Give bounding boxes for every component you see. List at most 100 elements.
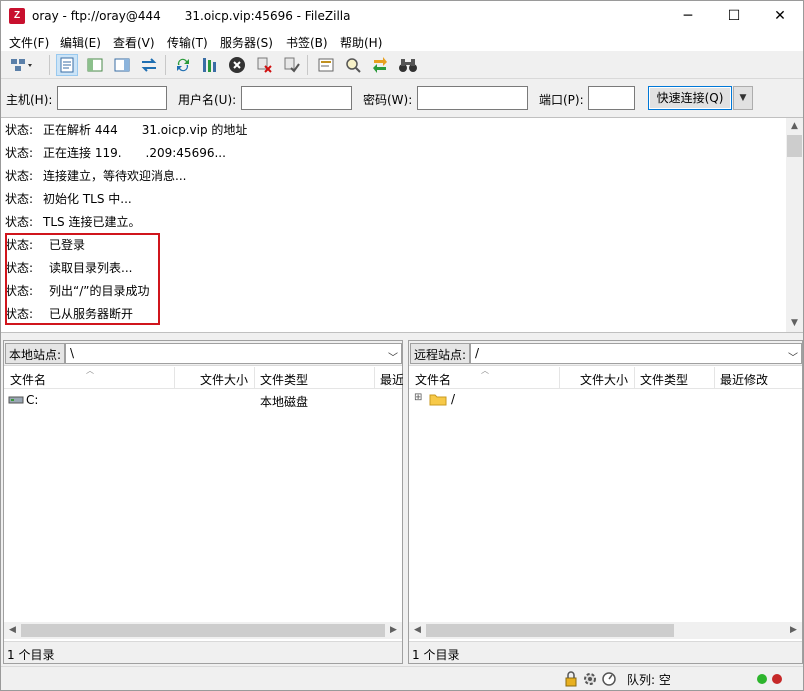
- password-input[interactable]: [417, 86, 528, 110]
- scroll-right-icon[interactable]: ▶: [385, 622, 402, 639]
- column-filesize[interactable]: 文件大小: [200, 371, 248, 388]
- port-input[interactable]: [588, 86, 635, 110]
- drive-icon: [8, 393, 24, 408]
- site-manager-icon: [11, 59, 32, 71]
- directory-filter-icon: [318, 58, 334, 72]
- scroll-left-icon[interactable]: ◀: [409, 622, 426, 639]
- send-led-icon: [772, 674, 782, 684]
- menu-server[interactable]: 服务器(S): [220, 34, 273, 51]
- remote-column-header: 文件名 ︿ 文件大小 文件类型 最近修改: [409, 366, 802, 389]
- column-filename[interactable]: 文件名: [415, 371, 451, 388]
- chevron-down-icon[interactable]: ﹀: [388, 349, 398, 364]
- username-label: 用户名(U):: [178, 93, 237, 107]
- disconnect-button[interactable]: [253, 54, 275, 76]
- file-row[interactable]: C: 本地磁盘: [4, 390, 402, 410]
- local-status: 1 个目录: [4, 641, 402, 663]
- quickconnect-bar: 主机(H): 用户名(U): 密码(W): 端口(P): 快速连接(Q) ▼: [1, 81, 803, 115]
- local-column-header: 文件名 ︿ 文件大小 文件类型 最近: [4, 366, 404, 389]
- remote-directory-count: 1 个目录: [412, 648, 460, 662]
- sync-browsing-button[interactable]: [369, 54, 391, 76]
- minimize-button[interactable]: ─: [665, 1, 711, 32]
- scroll-up-icon[interactable]: ▲: [786, 118, 803, 135]
- toggle-local-tree-button[interactable]: [84, 54, 106, 76]
- expand-icon[interactable]: ⊞: [414, 392, 422, 403]
- username-input[interactable]: [241, 86, 352, 110]
- menu-help[interactable]: 帮助(H): [340, 34, 382, 51]
- binoculars-icon: [399, 59, 417, 72]
- close-button[interactable]: ✕: [757, 1, 803, 32]
- reconnect-button[interactable]: [280, 54, 302, 76]
- scroll-thumb[interactable]: [21, 624, 385, 637]
- log-line: 状态: 正在解析 444 31.oicp.vip 的地址: [5, 123, 248, 137]
- log-line: 状态: 连接建立，等待欢迎消息...: [5, 169, 187, 183]
- log-scrollbar[interactable]: ▲ ▼: [786, 118, 803, 332]
- menu-file[interactable]: 文件(F): [9, 34, 49, 51]
- search-button[interactable]: [397, 54, 419, 76]
- remote-site-label: 远程站点:: [410, 343, 471, 364]
- process-queue-icon: [203, 58, 216, 72]
- toggle-queue-button[interactable]: [138, 54, 160, 76]
- menu-edit[interactable]: 编辑(E): [60, 34, 101, 51]
- local-path-input[interactable]: \: [65, 343, 402, 364]
- password-label: 密码(W):: [363, 93, 413, 107]
- folder-name: /: [451, 392, 456, 406]
- column-filetype[interactable]: 文件类型: [260, 371, 308, 388]
- remote-tree-icon: [114, 58, 130, 72]
- log-line: 状态: 正在连接 119. .209:45696...: [5, 146, 226, 160]
- column-filesize[interactable]: 文件大小: [580, 371, 628, 388]
- toggle-log-button[interactable]: [56, 54, 78, 76]
- title-bar: Z oray - ftp://oray@444 31.oicp.vip:4569…: [1, 1, 803, 32]
- refresh-icon: [177, 58, 189, 72]
- highlight-annotation: [5, 233, 160, 325]
- remote-site-bar: 远程站点: / ﹀: [409, 341, 802, 366]
- log-line: 状态: TLS 连接已建立。: [5, 215, 141, 229]
- scroll-thumb[interactable]: [426, 624, 674, 637]
- scroll-thumb[interactable]: [787, 135, 802, 157]
- scroll-down-icon[interactable]: ▼: [786, 315, 803, 332]
- host-input[interactable]: [57, 86, 167, 110]
- toolbar: [1, 51, 803, 79]
- column-filename[interactable]: 文件名: [10, 371, 46, 388]
- chevron-down-icon[interactable]: ﹀: [788, 349, 798, 364]
- menu-transfer[interactable]: 传输(T): [167, 34, 208, 51]
- receive-led-icon: [757, 674, 767, 684]
- quickconnect-button[interactable]: 快速连接(Q): [648, 86, 732, 110]
- site-manager-button[interactable]: [6, 54, 36, 76]
- local-site-label: 本地站点:: [5, 343, 66, 364]
- scroll-left-icon[interactable]: ◀: [4, 622, 21, 639]
- local-site-bar: 本地站点: \ ﹀: [4, 341, 402, 366]
- filezilla-window: Z oray - ftp://oray@444 31.oicp.vip:4569…: [0, 0, 804, 691]
- tree-row[interactable]: ⊞ /: [409, 389, 802, 409]
- chevron-down-icon: ▼: [739, 93, 747, 103]
- column-modified[interactable]: 最近: [380, 371, 404, 388]
- menu-view[interactable]: 查看(V): [113, 34, 155, 51]
- local-tree-icon: [87, 58, 103, 72]
- menu-bookmarks[interactable]: 书签(B): [286, 34, 328, 51]
- log-line: 状态: 初始化 TLS 中...: [5, 192, 132, 206]
- remote-horizontal-scrollbar[interactable]: ◀ ▶: [409, 622, 802, 639]
- column-filetype[interactable]: 文件类型: [640, 371, 688, 388]
- sort-ascending-icon: ︿: [86, 366, 94, 375]
- lock-icon[interactable]: [563, 671, 579, 690]
- local-horizontal-scrollbar[interactable]: ◀ ▶: [4, 622, 402, 639]
- scroll-right-icon[interactable]: ▶: [785, 622, 802, 639]
- cancel-operation-button[interactable]: [226, 54, 248, 76]
- host-label: 主机(H):: [6, 93, 53, 107]
- disconnect-icon: [257, 57, 272, 73]
- process-queue-button[interactable]: [199, 54, 221, 76]
- toggle-remote-tree-button[interactable]: [111, 54, 133, 76]
- port-label: 端口(P):: [539, 93, 584, 107]
- speed-limit-icon[interactable]: [601, 671, 617, 690]
- refresh-button[interactable]: [172, 54, 194, 76]
- compare-button[interactable]: [342, 54, 364, 76]
- filezilla-app-icon: Z: [9, 8, 25, 24]
- gear-icon[interactable]: [582, 671, 598, 690]
- column-modified[interactable]: 最近修改: [720, 371, 768, 388]
- file-type: 本地磁盘: [260, 395, 309, 409]
- remote-pane: 远程站点: / ﹀ 文件名 ︿ 文件大小 文件类型 最近修改 ⊞ / ◀ ▶ 1…: [408, 340, 803, 664]
- remote-path-input[interactable]: /: [470, 343, 802, 364]
- maximize-button[interactable]: ☐: [711, 1, 757, 32]
- quickconnect-dropdown-button[interactable]: ▼: [733, 86, 753, 110]
- filter-button[interactable]: [315, 54, 337, 76]
- status-bar: 队列: 空: [1, 666, 803, 690]
